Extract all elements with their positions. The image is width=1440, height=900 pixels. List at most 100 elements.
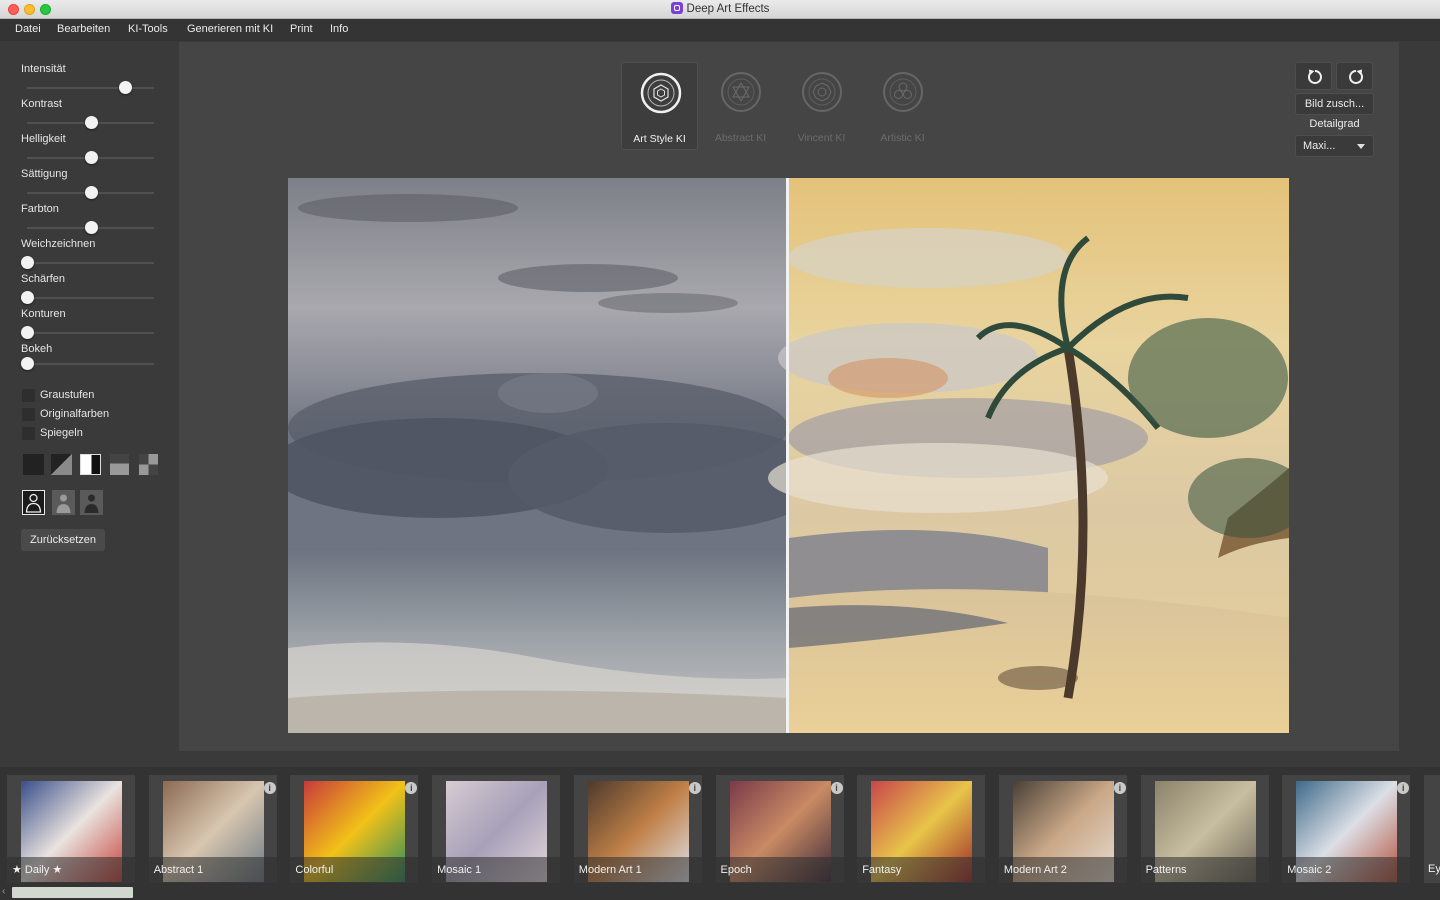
graustufen-label: Graustufen [40,389,95,401]
style-thumb[interactable]: Mosaic 2 i [1282,775,1411,883]
abstract-ki-label: Abstract KI [714,132,767,144]
style-thumb[interactable]: Modern Art 1 i [573,775,702,883]
style-thumb-label: Abstract 1 [148,857,277,883]
artistic-ki-button[interactable]: Artistic KI [864,62,941,150]
stylized-photo [768,178,1289,733]
style-thumb[interactable]: Fantasy [857,775,986,883]
comparison-divider-handle[interactable] [786,178,789,733]
slider-label: Bokeh [21,343,53,355]
slider-track[interactable] [27,262,154,264]
blend-quadrant-icon[interactable] [139,454,158,475]
style-thumb-label: Patterns [1140,857,1269,883]
style-thumb[interactable]: Colorful i [290,775,419,883]
style-thumb[interactable]: Epoch i [715,775,844,883]
slider-knob[interactable] [84,116,98,129]
slider-track[interactable] [27,297,154,299]
undo-button[interactable] [1295,62,1332,90]
scroll-left-icon[interactable]: ‹ [2,886,5,897]
window-title-group: Deep Art Effects [0,2,1440,15]
detail-level-select[interactable]: Maxi... [1295,135,1374,157]
style-thumb-label: Epoch [715,857,844,883]
slider-label: Weichzeichnen [21,238,96,250]
redo-button[interactable] [1336,62,1373,90]
style-thumb-label: Mosaic 2 [1282,857,1411,883]
portrait-solid-icon[interactable] [80,490,103,515]
redo-icon [1349,69,1364,84]
crop-image-button[interactable]: Bild zusch... [1295,93,1374,115]
graustufen-checkbox[interactable] [22,389,35,402]
slider-label: Schärfen [21,273,66,285]
spiegeln-checkbox[interactable] [22,427,35,440]
style-thumb[interactable]: ★ Daily ★ [7,775,135,883]
artistic-ki-icon [883,72,923,112]
menu-info[interactable]: Info [330,23,348,35]
art-style-ki-icon [640,72,682,114]
app-icon [670,2,683,14]
slider-knob[interactable] [118,81,132,94]
reset-button[interactable]: Zurücksetzen [21,529,105,551]
detail-level-label: Detailgrad [1309,118,1360,130]
styles-scrollbar[interactable] [12,887,133,898]
vincent-ki-icon [802,72,842,112]
spiegeln-label: Spiegeln [40,427,83,439]
vincent-ki-label: Vincent KI [797,132,846,144]
detail-level-value: Maxi... [1303,140,1336,152]
originalfarben-label: Originalfarben [40,408,110,420]
slider-label: Kontrast [21,98,62,110]
style-thumb-label: Mosaic 1 [432,857,561,883]
blend-corner-icon[interactable] [110,454,129,475]
slider-label: Farbton [21,203,59,215]
style-thumb[interactable]: Mosaic 1 [432,775,561,883]
menu-ki-tools[interactable]: KI-Tools [128,23,168,35]
style-thumb[interactable]: Patterns [1140,775,1269,883]
style-thumb-label: Modern Art 1 [573,857,702,883]
style-thumb-label: Colorful [290,857,419,883]
slider-knob[interactable] [21,326,34,339]
window-title: Deep Art Effects [686,3,770,15]
original-photo [288,178,828,733]
slider-knob[interactable] [21,357,34,370]
style-thumb-partial-label: Ey [1428,863,1440,875]
art-style-ki-label: Art Style KI [633,133,686,145]
info-icon[interactable]: i [830,782,843,794]
originalfarben-checkbox[interactable] [22,408,35,421]
portrait-filled-icon[interactable] [52,490,75,515]
info-icon[interactable]: i [263,782,276,794]
portrait-outline-icon[interactable] [22,490,45,515]
chevron-down-icon [1357,144,1365,149]
undo-icon [1307,69,1322,84]
slider-label: Intensität [21,63,66,75]
info-icon[interactable]: i [405,782,418,794]
style-thumb[interactable]: Modern Art 2 i [998,775,1127,883]
info-icon[interactable]: i [1397,782,1410,794]
info-icon[interactable]: i [688,782,701,794]
menu-datei[interactable]: Datei [15,23,41,35]
blend-split-icon[interactable] [80,454,101,475]
slider-knob[interactable] [84,186,98,199]
style-thumb-label: Fantasy [857,857,986,883]
menu-print[interactable]: Print [290,23,313,35]
artistic-ki-label: Artistic KI [880,132,925,144]
vincent-ki-button[interactable]: Vincent KI [783,62,860,150]
slider-label: Sättigung [21,168,68,180]
abstract-ki-button[interactable]: Abstract KI [702,62,779,150]
window-titlebar: Deep Art Effects [0,0,1440,19]
menu-bar: Datei Bearbeiten KI-Tools Generieren mit… [0,19,1440,41]
slider-knob[interactable] [21,291,34,304]
slider-track[interactable] [27,87,154,89]
slider-knob[interactable] [84,151,98,164]
art-style-ki-button[interactable]: Art Style KI [621,62,698,150]
info-icon[interactable]: i [1113,782,1126,794]
slider-knob[interactable] [21,256,34,269]
slider-label: Helligkeit [21,133,66,145]
style-thumb[interactable]: Abstract 1 i [148,775,277,883]
style-thumb-partial[interactable]: Ey [1424,775,1440,883]
style-thumb-label: Modern Art 2 [998,857,1127,883]
menu-bearbeiten[interactable]: Bearbeiten [57,23,110,35]
blend-diagonal-icon[interactable] [51,454,72,475]
menu-generieren[interactable]: Generieren mit KI [187,23,273,35]
slider-track[interactable] [27,332,154,334]
slider-knob[interactable] [84,221,98,234]
blend-dark-icon[interactable] [23,454,44,475]
slider-track[interactable] [27,363,154,365]
